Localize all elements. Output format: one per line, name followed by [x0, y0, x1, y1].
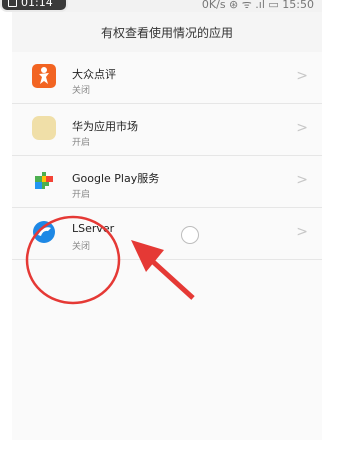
highlight-circle — [25, 215, 121, 305]
arrow-shaft — [148, 257, 195, 300]
annotation-overlay — [25, 215, 195, 305]
